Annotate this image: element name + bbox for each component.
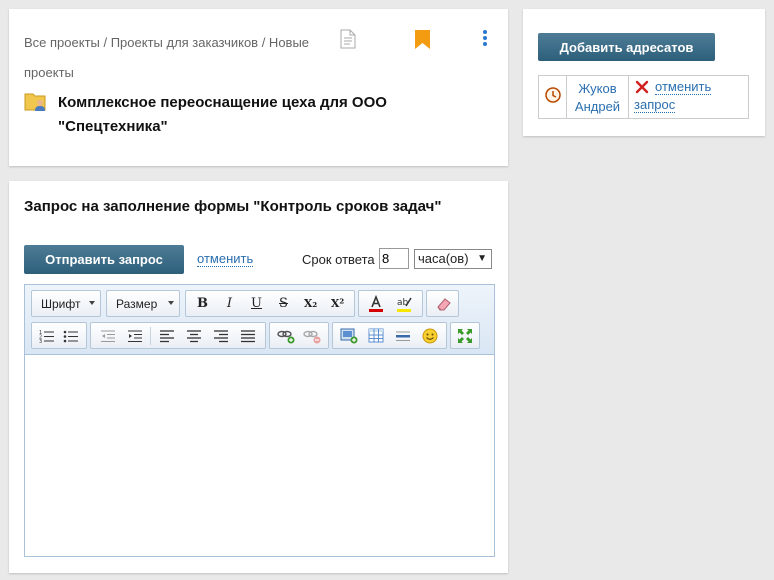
size-dropdown[interactable]: Размер [106,290,180,317]
align-group [90,322,266,349]
superscript-button[interactable]: X² [324,294,351,314]
cancel-request-link-line1[interactable]: отменить [655,80,712,95]
size-dropdown-label: Размер [116,296,158,311]
horizontal-rule-icon[interactable] [390,326,417,346]
cancel-link[interactable]: отменить [197,252,254,267]
insert-group [332,322,447,349]
highlight-color-icon[interactable]: ab [390,294,418,314]
deadline-unit-select[interactable]: часа(ов) ▼ [414,249,492,269]
align-right-icon[interactable] [208,326,235,346]
remove-link-icon[interactable] [299,326,325,346]
insert-image-icon[interactable] [336,326,363,346]
strikethrough-button[interactable]: S [270,294,297,314]
cancel-request-link-line2[interactable]: запрос [634,98,676,113]
editor-toolbar: Шрифт Размер B I U S X₂ X² ab 1 2 3 [25,285,494,355]
italic-button[interactable]: I [216,294,243,314]
dropdown-arrow-icon: ▼ [477,253,487,264]
svg-text:ab: ab [397,298,409,308]
recipients-card: Добавить адресатов Жуков Андрей отменить… [523,9,765,136]
bookmark-icon[interactable] [415,30,430,54]
color-group: ab [358,290,423,317]
chevron-down-icon [89,301,95,305]
project-title: Комплексное переоснащение цеха для ООО "… [58,94,387,135]
project-card: Все проекты / Проекты для заказчиков / Н… [9,9,508,166]
maximize-icon[interactable] [454,326,476,346]
underline-button[interactable]: U [243,294,270,314]
align-center-icon[interactable] [180,326,207,346]
form-title: Запрос на заполнение формы "Контроль сро… [24,198,442,215]
font-dropdown-label: Шрифт [41,296,81,311]
svg-text:3: 3 [39,339,42,343]
pending-clock-cell [539,76,567,118]
deadline-input[interactable] [379,248,409,269]
list-group: 123 [31,322,87,349]
smiley-icon[interactable] [416,326,443,346]
toolbar-divider [150,326,152,345]
bold-button[interactable]: B [189,294,216,314]
request-form-card: Запрос на заполнение формы "Контроль сро… [9,181,508,573]
add-recipients-button[interactable]: Добавить адресатов [538,33,715,61]
bulleted-list-icon[interactable] [59,326,83,346]
clock-icon [544,86,561,108]
subscript-button[interactable]: X₂ [297,294,324,314]
editor-content-area[interactable] [25,356,494,556]
insert-link-icon[interactable] [273,326,299,346]
project-folder-icon [24,91,48,118]
deadline-unit-value: часа(ов) [418,251,469,266]
cancel-x-icon[interactable] [635,80,649,97]
more-vert-icon[interactable] [482,29,488,52]
format-group: B I U S X₂ X² [185,290,355,317]
numbered-list-icon[interactable]: 123 [35,326,59,346]
clear-format-icon[interactable] [430,294,455,314]
document-icon[interactable] [340,29,356,54]
insert-table-icon[interactable] [363,326,390,346]
font-dropdown[interactable]: Шрифт [31,290,101,317]
breadcrumb[interactable]: Все проекты / Проекты для заказчиков / Н… [24,28,324,88]
link-group [269,322,329,349]
recipient-actions: отменить запрос [629,76,748,118]
recipients-table: Жуков Андрей отменить запрос [538,75,749,119]
indent-icon[interactable] [121,326,148,346]
align-justify-icon[interactable] [235,326,262,346]
eraser-group [426,290,459,317]
rich-text-editor: Шрифт Размер B I U S X₂ X² ab 1 2 3 [24,284,495,557]
send-request-button[interactable]: Отправить запрос [24,245,184,274]
deadline-label: Срок ответа [302,252,375,267]
chevron-down-icon [168,301,174,305]
outdent-icon[interactable] [94,326,121,346]
align-left-icon[interactable] [153,326,180,346]
fullscreen-group [450,322,480,349]
recipient-name[interactable]: Жуков Андрей [567,76,629,118]
text-color-icon[interactable] [362,294,390,314]
